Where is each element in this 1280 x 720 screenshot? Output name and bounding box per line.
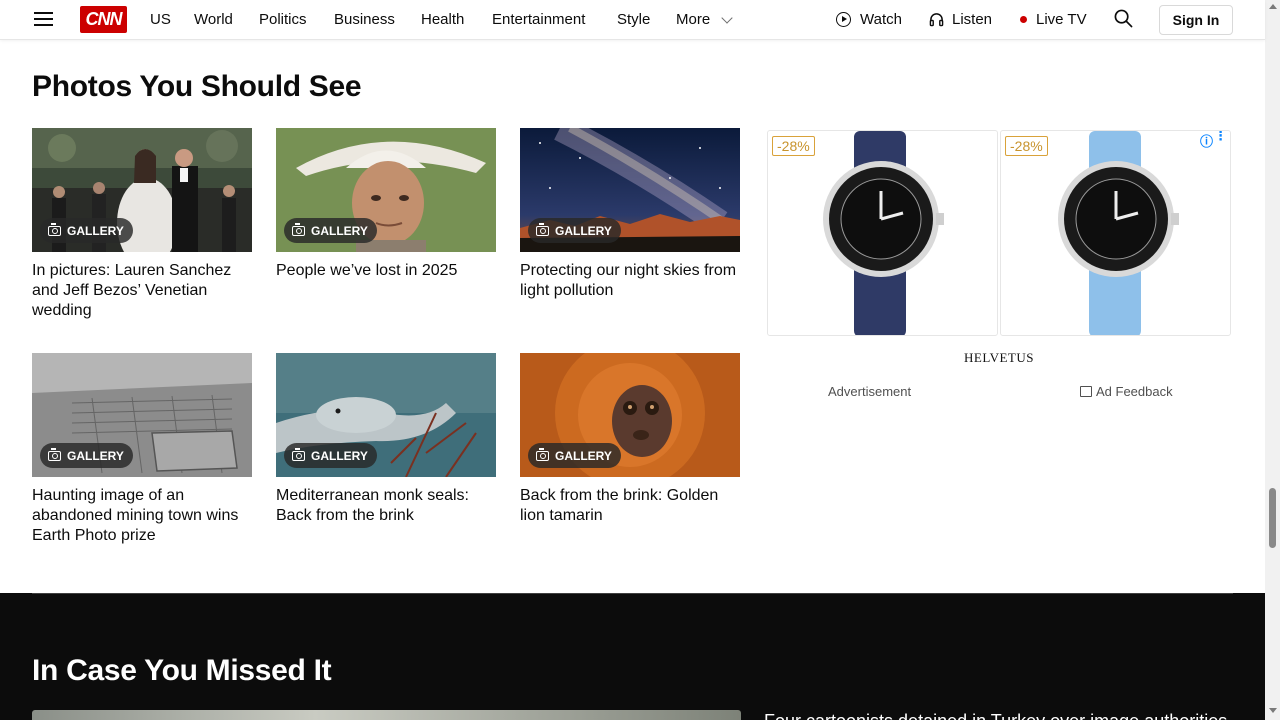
- photo-card-mining-town[interactable]: GALLERY Haunting image of an abandoned m…: [32, 353, 252, 546]
- scroll-up-arrow-icon[interactable]: [1269, 4, 1277, 9]
- nav-health[interactable]: Health: [421, 11, 464, 28]
- nav-world[interactable]: World: [194, 11, 233, 28]
- photo-card-lost-2025[interactable]: GALLERY People we’ve lost in 2025: [276, 128, 496, 281]
- photo-card-night-skies[interactable]: GALLERY Protecting our night skies from …: [520, 128, 740, 301]
- card-thumbnail[interactable]: GALLERY: [520, 353, 740, 477]
- ad-brand-logo[interactable]: HELVETUS: [964, 350, 1034, 366]
- watch-link[interactable]: Watch: [860, 11, 902, 28]
- nav-us[interactable]: US: [150, 11, 171, 28]
- section-title-photos: Photos You Should See: [32, 70, 362, 103]
- site-header: CNN US World Politics Business Health En…: [0, 0, 1265, 40]
- card-title[interactable]: Protecting our night skies from light po…: [520, 261, 745, 301]
- gallery-badge: GALLERY: [284, 218, 377, 243]
- badge-label: GALLERY: [555, 448, 612, 463]
- ad-options-icon[interactable]: ⋮: [1214, 131, 1227, 142]
- badge-label: GALLERY: [555, 223, 612, 238]
- scroll-down-arrow-icon[interactable]: [1269, 708, 1277, 713]
- story-headline[interactable]: Four cartoonists detained in Turkey over…: [764, 711, 1234, 720]
- card-thumbnail[interactable]: GALLERY: [276, 128, 496, 252]
- badge-label: GALLERY: [311, 448, 368, 463]
- photo-card-tamarin[interactable]: GALLERY Back from the brink: Golden lion…: [520, 353, 740, 526]
- play-circle-icon[interactable]: [836, 12, 851, 27]
- logo-text: CNN: [85, 9, 123, 29]
- discount-badge: -28%: [772, 136, 815, 156]
- sign-in-button[interactable]: Sign In: [1159, 5, 1233, 35]
- nav-politics[interactable]: Politics: [259, 11, 307, 28]
- ad-feedback-label: Ad Feedback: [1096, 384, 1173, 399]
- ad-product-panel[interactable]: -28%: [767, 130, 998, 336]
- card-thumbnail[interactable]: GALLERY: [520, 128, 740, 252]
- listen-link[interactable]: Listen: [952, 11, 992, 28]
- nav-more[interactable]: More: [676, 11, 710, 28]
- advertisement-banner[interactable]: -28% -28% ⓘ ⋮: [767, 128, 1231, 336]
- watch-light-blue-image: [1058, 131, 1179, 335]
- nav-entertainment[interactable]: Entertainment: [492, 11, 585, 28]
- ad-product-panel[interactable]: -28% ⓘ ⋮: [1000, 130, 1231, 336]
- in-case-you-missed-it-section: In Case You Missed It Four cartoonists d…: [0, 593, 1265, 720]
- badge-label: GALLERY: [67, 448, 124, 463]
- gallery-badge: GALLERY: [40, 218, 133, 243]
- live-dot-icon: [1020, 16, 1027, 23]
- gallery-badge: GALLERY: [528, 443, 621, 468]
- discount-badge: -28%: [1005, 136, 1048, 156]
- cnn-logo[interactable]: CNN: [80, 6, 127, 33]
- card-title[interactable]: Mediterranean monk seals: Back from the …: [276, 486, 501, 526]
- camera-icon: [292, 222, 305, 236]
- ad-feedback-link[interactable]: Ad Feedback: [1080, 384, 1173, 399]
- chevron-down-icon[interactable]: [721, 12, 733, 24]
- nav-style[interactable]: Style: [617, 11, 650, 28]
- card-title[interactable]: People we’ve lost in 2025: [276, 261, 501, 281]
- camera-icon: [536, 447, 549, 461]
- camera-icon: [48, 447, 61, 461]
- ad-info-icon[interactable]: ⓘ: [1200, 131, 1213, 150]
- section-divider: [32, 593, 1233, 594]
- card-thumbnail[interactable]: GALLERY: [32, 128, 252, 252]
- photo-card-wedding[interactable]: GALLERY In pictures: Lauren Sanchez and …: [32, 128, 252, 321]
- photo-card-monk-seals[interactable]: GALLERY Mediterranean monk seals: Back f…: [276, 353, 496, 526]
- camera-icon: [292, 447, 305, 461]
- card-title[interactable]: Haunting image of an abandoned mining to…: [32, 486, 257, 546]
- live-tv-link[interactable]: Live TV: [1036, 11, 1087, 28]
- badge-label: GALLERY: [311, 223, 368, 238]
- nav-business[interactable]: Business: [334, 11, 395, 28]
- card-thumbnail[interactable]: GALLERY: [32, 353, 252, 477]
- scrollbar-thumb[interactable]: [1269, 488, 1276, 548]
- advertisement-label: Advertisement: [828, 384, 912, 399]
- story-image[interactable]: [32, 710, 741, 720]
- camera-icon: [536, 222, 549, 236]
- badge-label: GALLERY: [67, 223, 124, 238]
- card-thumbnail[interactable]: GALLERY: [276, 353, 496, 477]
- card-title[interactable]: Back from the brink: Golden lion tamarin: [520, 486, 745, 526]
- watch-navy-image: [823, 131, 944, 335]
- feedback-icon: [1080, 386, 1092, 397]
- search-icon[interactable]: [1114, 9, 1133, 28]
- camera-icon: [48, 222, 61, 236]
- gallery-badge: GALLERY: [40, 443, 133, 468]
- card-title[interactable]: In pictures: Lauren Sanchez and Jeff Bez…: [32, 261, 257, 321]
- page-scrollbar[interactable]: [1265, 0, 1280, 720]
- gallery-badge: GALLERY: [284, 443, 377, 468]
- hamburger-menu-icon[interactable]: [34, 12, 53, 26]
- headphones-icon[interactable]: [929, 12, 944, 27]
- section-title-missed: In Case You Missed It: [32, 654, 332, 687]
- gallery-badge: GALLERY: [528, 218, 621, 243]
